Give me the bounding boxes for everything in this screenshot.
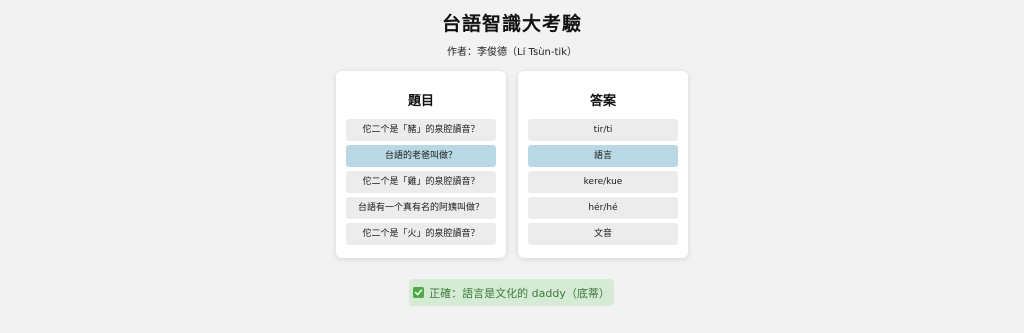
answers-list: tir/ti 語言 kere/kue hér/hé 文音: [528, 119, 678, 249]
answer-item[interactable]: tir/ti: [528, 119, 678, 141]
answer-item-selected[interactable]: 語言: [528, 145, 678, 167]
answers-card: 答案 tir/ti 語言 kere/kue hér/hé 文音: [518, 71, 688, 258]
question-item-selected[interactable]: 台語的老爸叫做？: [346, 145, 496, 167]
result-message: 正確：語言是文化的 daddy（底蒂）: [409, 279, 614, 306]
answer-item[interactable]: hér/hé: [528, 197, 678, 219]
question-item[interactable]: 佗二个是「火」的泉腔讀音？: [346, 223, 496, 245]
answers-heading: 答案: [589, 94, 616, 109]
answer-item[interactable]: 文音: [528, 223, 678, 245]
question-item[interactable]: 佗二个是「雞」的泉腔讀音？: [346, 171, 496, 193]
question-item[interactable]: 佗二个是「豬」的泉腔讀音？: [346, 119, 496, 141]
question-item[interactable]: 台語有一个真有名的阿姨叫做？: [346, 197, 496, 219]
check-icon: [413, 287, 425, 298]
page-title: 台語智識大考驗: [441, 13, 582, 35]
questions-heading: 題目: [407, 94, 434, 109]
author-line: 作者：李俊德（Lí Tsùn-tik）: [447, 47, 577, 58]
quiz-page: 台語智識大考驗 作者：李俊德（Lí Tsùn-tik） 題目 佗二个是「豬」的泉…: [0, 0, 1024, 333]
result-text: 正確：語言是文化的 daddy（底蒂）: [429, 286, 610, 300]
questions-list: 佗二个是「豬」的泉腔讀音？ 台語的老爸叫做？ 佗二个是「雞」的泉腔讀音？ 台語有…: [346, 119, 496, 249]
questions-card: 題目 佗二个是「豬」的泉腔讀音？ 台語的老爸叫做？ 佗二个是「雞」的泉腔讀音？ …: [336, 71, 506, 258]
answer-item[interactable]: kere/kue: [528, 171, 678, 193]
